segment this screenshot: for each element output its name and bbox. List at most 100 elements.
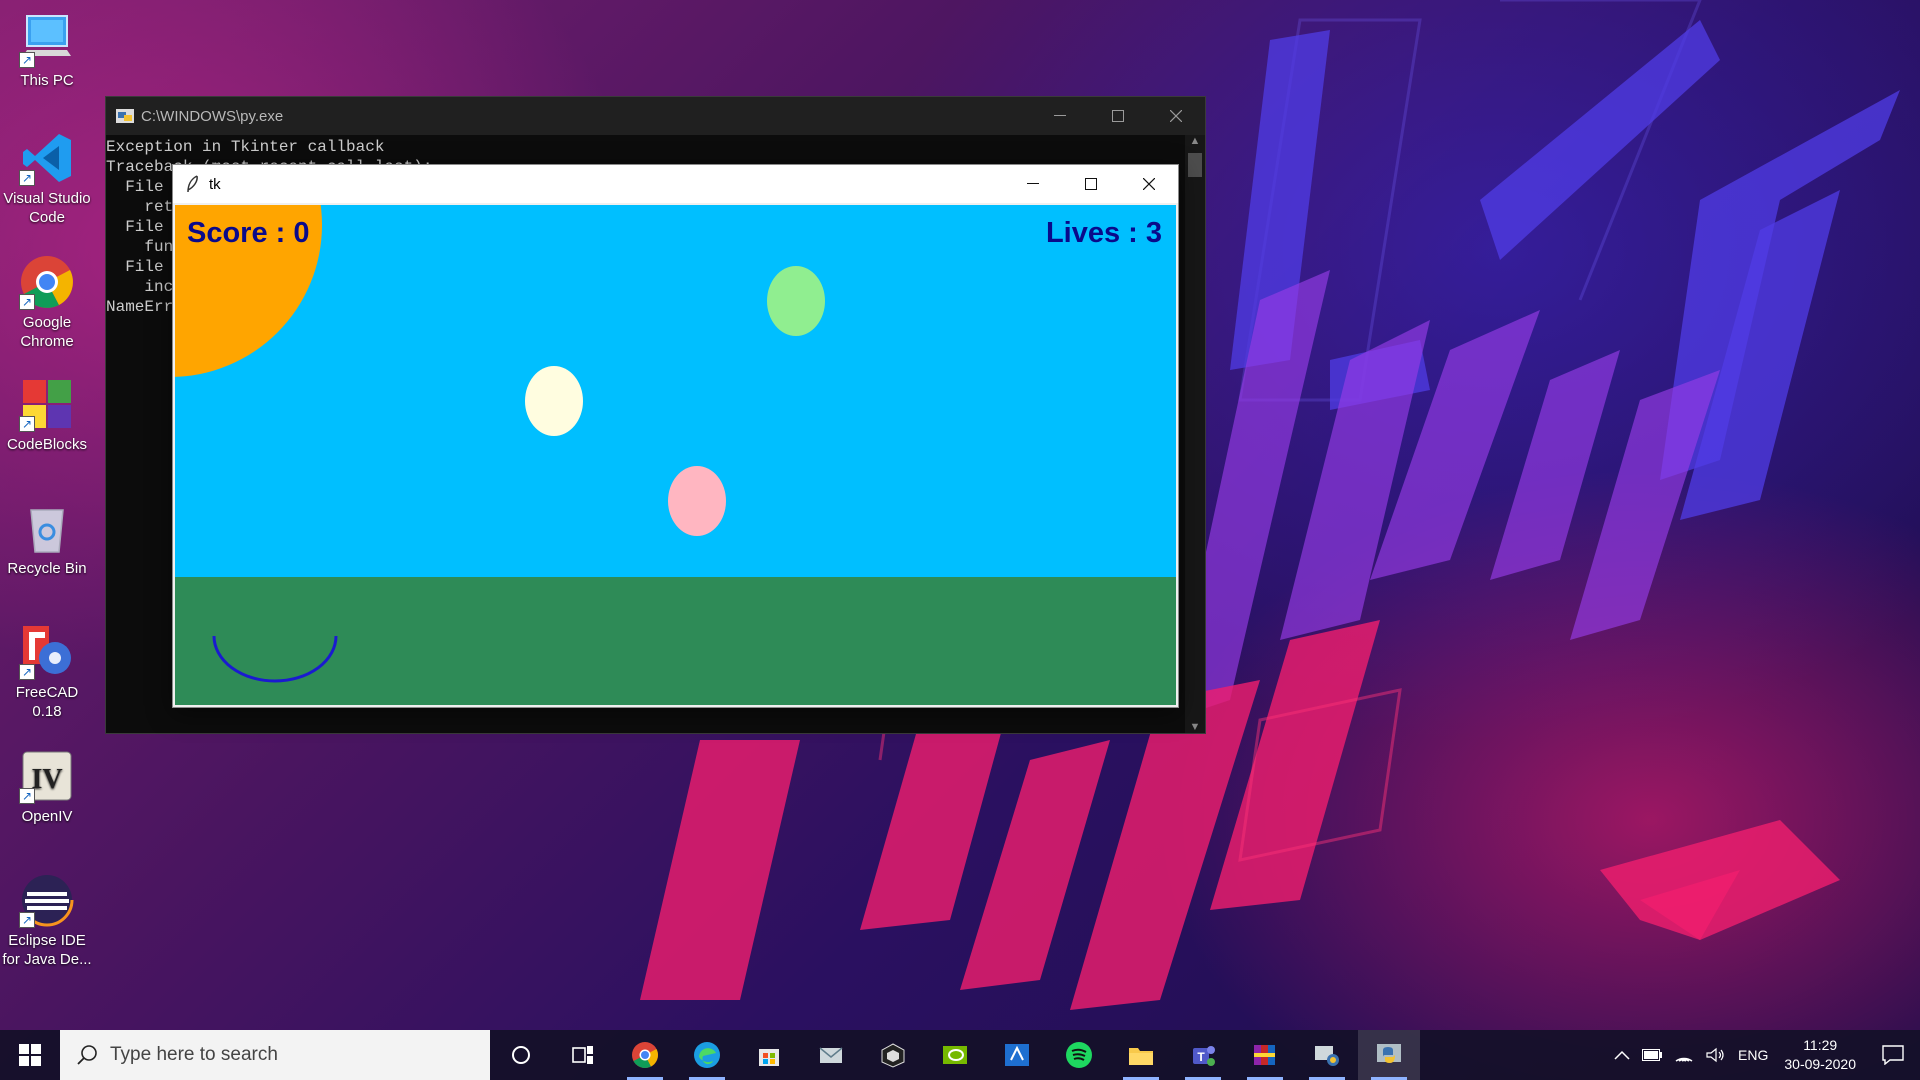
python-icon [1377, 1044, 1401, 1063]
teams-icon: T [1193, 1046, 1215, 1066]
task-view-icon [572, 1046, 593, 1064]
taskbar-network-app[interactable] [1296, 1030, 1358, 1080]
wifi-button[interactable] [1668, 1047, 1700, 1063]
taskbar-spotify[interactable] [1048, 1030, 1110, 1080]
taskbar-nvidia[interactable] [924, 1030, 986, 1080]
desktop-icon-label: Recycle Bin [7, 560, 87, 577]
battery-button[interactable] [1636, 1049, 1668, 1061]
freecad-icon: ↗ [19, 624, 75, 680]
tray-overflow-button[interactable] [1608, 1050, 1636, 1060]
taskbar-winrar[interactable] [1234, 1030, 1296, 1080]
taskbar-explorer[interactable] [1110, 1030, 1172, 1080]
vscode-icon: ↗ [19, 130, 75, 186]
catcher-basket [212, 635, 338, 683]
mail-icon [819, 1047, 843, 1063]
desktop-icon-chrome[interactable]: ↗ Google Chrome [0, 254, 94, 351]
explorer-icon [1129, 1048, 1153, 1065]
desktop-icon-label: OpenIV [21, 808, 73, 825]
console-scrollbar[interactable]: ▲ ▼ [1185, 135, 1205, 733]
game-scene [175, 205, 825, 683]
lives-label: Lives : 3 [1045, 217, 1162, 249]
console-titlebar[interactable]: C:\WINDOWS\py.exe [106, 97, 1205, 135]
nvidia-icon [943, 1046, 967, 1064]
notifications-button[interactable] [1866, 1045, 1920, 1065]
clock[interactable]: 11:29 30-09-2020 [1774, 1036, 1866, 1074]
volume-button[interactable] [1700, 1047, 1732, 1063]
taskbar-search-box[interactable]: Type here to search [60, 1030, 490, 1080]
winrar-icon [1254, 1045, 1275, 1065]
cortana-button[interactable] [490, 1030, 552, 1080]
taskbar-edge[interactable] [676, 1030, 738, 1080]
desktop-icon-label: Eclipse IDE for Java De... [2, 932, 92, 968]
score-label: Score : 0 [187, 217, 310, 249]
eclipse-icon: ↗ [19, 872, 75, 928]
remote-icon [1005, 1044, 1029, 1066]
taskbar-mail[interactable] [800, 1030, 862, 1080]
taskbar-python[interactable] [1358, 1030, 1420, 1080]
desktop-icon-label: Visual Studio Code [3, 190, 91, 226]
desktop-icon-this-pc[interactable]: ↗ This PC [0, 12, 94, 90]
taskbar: Type here to search T ENG 11:29 30-09-20… [0, 1030, 1920, 1080]
tk-titlebar[interactable]: tk [173, 165, 1178, 203]
search-placeholder: Type here to search [110, 1044, 278, 1065]
cortana-icon [512, 1046, 530, 1064]
clock-date: 30-09-2020 [1784, 1056, 1856, 1072]
console-minimize-button[interactable] [1031, 97, 1089, 135]
tk-title: tk [209, 175, 221, 193]
taskbar-chrome[interactable] [614, 1030, 676, 1080]
recycle-bin-icon [19, 500, 75, 556]
taskbar-store[interactable] [738, 1030, 800, 1080]
desktop-icon-label: Google Chrome [20, 314, 74, 350]
chevron-up-icon [1614, 1050, 1630, 1060]
desktop-icon-eclipse[interactable]: ↗ Eclipse IDE for Java De... [0, 872, 94, 969]
console-line: Exception in Tkinter callback [106, 138, 385, 156]
scrollbar-thumb[interactable] [1188, 153, 1202, 177]
console-maximize-button[interactable] [1089, 97, 1147, 135]
desktop-icon-label: CodeBlocks [6, 436, 88, 453]
tk-feather-icon [187, 175, 198, 193]
tk-minimize-button[interactable] [1004, 165, 1062, 203]
tk-maximize-button[interactable] [1062, 165, 1120, 203]
chrome-icon [632, 1042, 658, 1068]
store-icon [759, 1049, 779, 1066]
taskbar-teams[interactable]: T [1172, 1030, 1234, 1080]
notification-icon [1882, 1045, 1904, 1065]
falling-egg [668, 466, 726, 536]
speaker-icon [1706, 1047, 1724, 1063]
scroll-up-icon[interactable]: ▲ [1185, 135, 1205, 147]
desktop-icon-openiv[interactable]: IV ↗ OpenIV [0, 748, 94, 826]
console-title: C:\WINDOWS\py.exe [141, 107, 284, 125]
falling-egg [525, 366, 583, 436]
game-canvas[interactable]: Score : 0 Lives : 3 [175, 205, 1176, 705]
battery-icon [1642, 1049, 1663, 1061]
network-app-icon [1315, 1046, 1339, 1066]
openiv-icon: IV ↗ [19, 748, 75, 804]
start-button[interactable] [0, 1030, 60, 1080]
unity-icon [881, 1043, 905, 1068]
spotify-icon [1066, 1042, 1092, 1068]
taskbar-remote-app[interactable] [986, 1030, 1048, 1080]
desktop-icon-codeblocks[interactable]: ↗ CodeBlocks [0, 376, 94, 454]
console-close-button[interactable] [1147, 97, 1205, 135]
chrome-icon: ↗ [19, 254, 75, 310]
system-tray: ENG 11:29 30-09-2020 [1608, 1030, 1920, 1080]
search-icon [77, 1045, 97, 1065]
taskbar-unity[interactable] [862, 1030, 924, 1080]
desktop-icon-label: FreeCAD 0.18 [15, 684, 79, 720]
task-view-button[interactable] [552, 1030, 614, 1080]
language-indicator[interactable]: ENG [1732, 1047, 1774, 1063]
python-console-icon [116, 109, 134, 123]
desktop-icon-vscode[interactable]: ↗ Visual Studio Code [0, 130, 94, 227]
tk-close-button[interactable] [1120, 165, 1178, 203]
scroll-down-icon[interactable]: ▼ [1185, 721, 1205, 733]
desktop-icon-freecad[interactable]: ↗ FreeCAD 0.18 [0, 624, 94, 721]
desktop-icon-label: This PC [20, 72, 74, 89]
windows-icon [19, 1044, 41, 1066]
desktop-icon-recycle-bin[interactable]: Recycle Bin [0, 500, 94, 578]
wifi-icon [1675, 1057, 1693, 1062]
tk-window[interactable]: tk Score : 0 Lives : 3 [172, 164, 1179, 708]
computer-icon: ↗ [19, 12, 75, 68]
falling-egg [767, 266, 825, 336]
edge-icon [694, 1042, 720, 1068]
clock-time: 11:29 [1803, 1037, 1838, 1053]
